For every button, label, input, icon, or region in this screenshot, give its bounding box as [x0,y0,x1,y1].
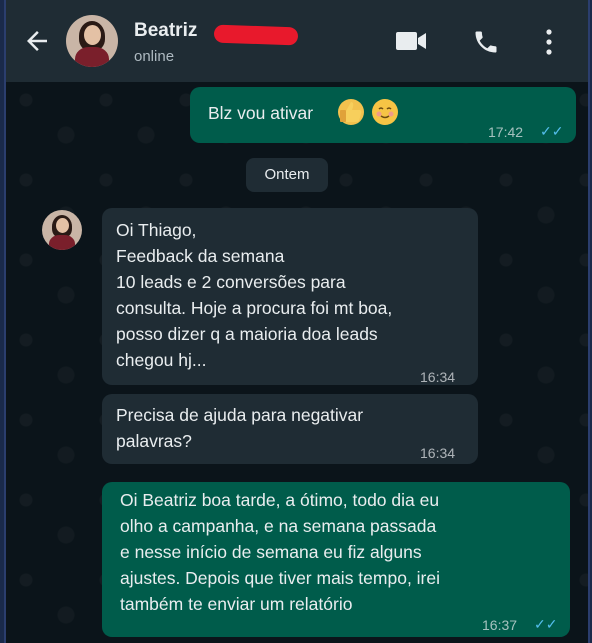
date-separator: Ontem [246,158,328,192]
message-text: Oi Thiago, Feedback da semana 10 leads e… [116,220,393,370]
double-check-icon: ✓✓ [534,616,558,632]
message-bubble-outgoing[interactable]: Oi Beatriz boa tarde, a ótimo, todo dia … [102,482,570,637]
sender-avatar[interactable] [42,210,82,250]
message-text: Oi Beatriz boa tarde, a ótimo, todo dia … [120,490,440,614]
message-text: Precisa de ajuda para negativar palavras… [116,405,364,451]
back-arrow-icon[interactable] [22,26,52,56]
chat-header: Beatriz online [6,0,588,82]
message-time: 17:42 [488,124,524,140]
phone-icon[interactable] [472,28,500,56]
contact-status: online [134,48,175,65]
double-check-icon: ✓✓ [540,123,564,139]
video-call-icon[interactable] [394,28,428,54]
avatar[interactable] [66,15,118,67]
smiling-face-emoji [372,99,398,125]
chat-window: Beatriz online Blz vou ativar 17:42 ✓✓ O… [4,0,590,643]
message-bubble-incoming[interactable]: Oi Thiago, Feedback da semana 10 leads e… [102,208,478,385]
message-time: 16:37 [482,617,518,633]
contact-name[interactable]: Beatriz [134,20,197,42]
message-time: 16:34 [420,369,456,385]
more-vert-icon[interactable] [544,28,554,56]
message-time: 16:34 [420,445,456,461]
message-text: Blz vou ativar [208,103,314,123]
message-bubble-outgoing[interactable]: Blz vou ativar 17:42 ✓✓ [190,87,576,143]
message-bubble-incoming[interactable]: Precisa de ajuda para negativar palavras… [102,394,478,464]
thumbs-up-emoji [338,99,364,125]
redaction-mark [213,24,299,46]
